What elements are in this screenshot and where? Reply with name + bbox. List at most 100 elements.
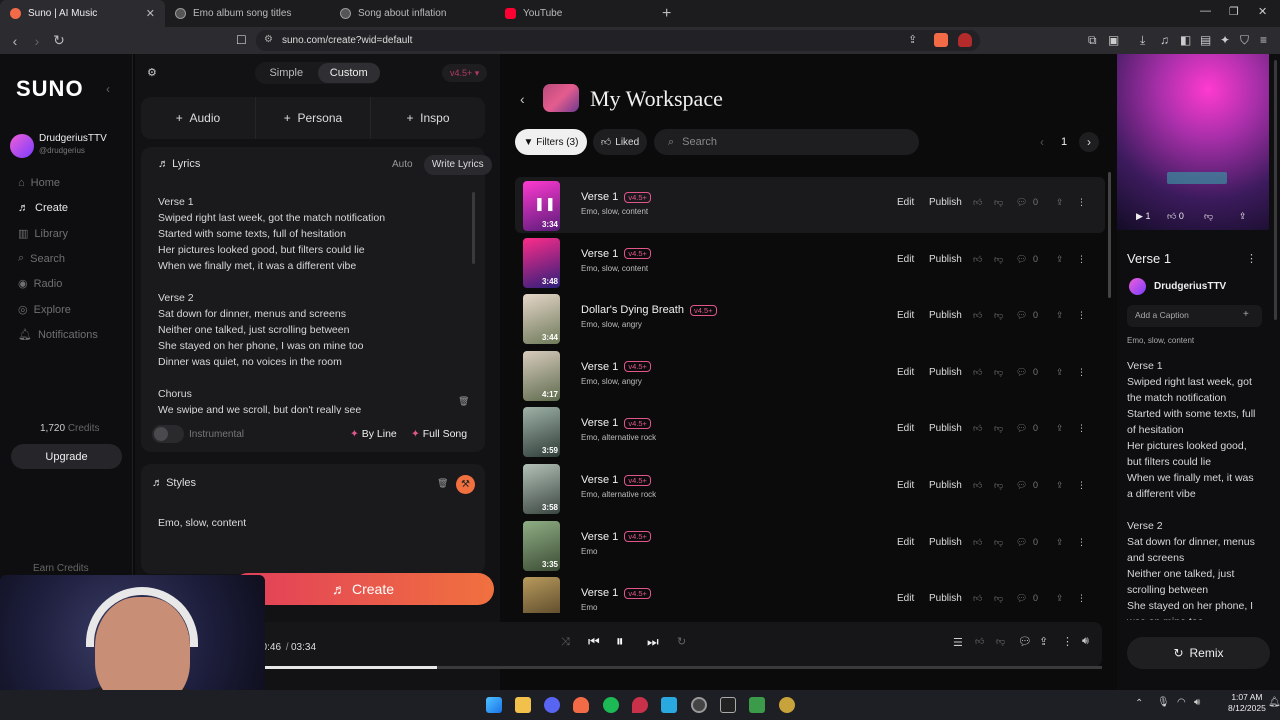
sidebar-item-library[interactable]: ▥ Library [18, 227, 68, 241]
mode-simple[interactable]: Simple [255, 63, 318, 83]
obs-icon[interactable] [691, 697, 707, 713]
progress-track[interactable] [250, 666, 1102, 669]
downloads-icon[interactable]: ⤓ [1140, 33, 1145, 48]
magic-wand-icon[interactable]: ⚒ [456, 475, 475, 494]
back-icon[interactable]: ‹ [4, 33, 26, 49]
song-row[interactable]: 3:23 Verse 1 v4.5+ Emo Edit Publish 👍︎ 👎︎ 💬︎ 0 ⇪ ⋮ [515, 573, 1105, 614]
edit-button[interactable]: Edit [897, 367, 914, 378]
brave-rewards-icon[interactable] [958, 33, 972, 47]
brave-icon[interactable] [573, 697, 589, 713]
notepad-icon[interactable] [661, 697, 677, 713]
song-title[interactable]: Dollar's Dying Breath [581, 304, 684, 316]
thumbs-up-icon[interactable]: 👍︎ [973, 367, 982, 378]
thumbs-up-icon[interactable]: 👍︎ [973, 423, 982, 434]
suno-logo[interactable]: SUNO [16, 76, 84, 102]
remix-button[interactable]: ↻ Remix [1127, 637, 1270, 669]
queue-icon[interactable]: ☰ [953, 636, 963, 649]
full-song-button[interactable]: ✦ Full Song [411, 428, 467, 440]
comment-icon[interactable]: 💬︎ [1016, 310, 1027, 321]
more-icon[interactable]: ⋮ [1062, 635, 1073, 648]
thumbs-down-icon[interactable]: 👎︎ [996, 636, 1005, 647]
artist-name[interactable]: DrudgeriusTTV [1154, 281, 1226, 292]
share-icon[interactable]: ⇪ [1056, 310, 1064, 321]
thumbs-up-icon[interactable]: 👍︎ [973, 254, 982, 265]
song-row[interactable]: 3:48 Verse 1 v4.5+ Emo, slow, content Edit Pu… [515, 234, 1105, 290]
thumbs-up-icon[interactable]: 👍︎ [973, 480, 982, 491]
song-row[interactable]: ❚❚ 3:34 Verse 1 v4.5+ Emo, slow, content Edit… [515, 177, 1105, 233]
share-icon[interactable]: ⇪ [908, 33, 917, 46]
comment-icon[interactable]: 💬︎ [1016, 593, 1027, 604]
close-tab-icon[interactable]: ✕ [146, 7, 155, 20]
brave-shield-icon[interactable] [934, 33, 948, 47]
edit-button[interactable]: Edit [897, 254, 914, 265]
thumbs-down-icon[interactable]: 👎︎ [994, 367, 1003, 378]
publish-button[interactable]: Publish [929, 480, 962, 491]
workspace-scrollbar[interactable] [1108, 172, 1111, 298]
song-title[interactable]: Verse 1 [581, 248, 618, 260]
previous-track-icon[interactable]: ⏮︎ [588, 634, 600, 650]
more-icon[interactable]: ⋮ [1077, 254, 1086, 265]
more-icon[interactable]: ⋮ [1077, 537, 1086, 548]
tab-suno[interactable]: Suno | AI Music ✕ [0, 0, 165, 27]
comment-icon[interactable]: 💬︎ [1016, 480, 1027, 491]
site-info-icon[interactable]: ⚙ [264, 34, 273, 45]
add-audio-button[interactable]: + Audio [141, 97, 256, 139]
publish-button[interactable]: Publish [929, 254, 962, 265]
thumbs-up-icon[interactable]: 👍︎ [973, 310, 982, 321]
share-icon[interactable]: ⇪ [1056, 480, 1064, 491]
microphone-icon[interactable]: 🎙︎ [1157, 697, 1170, 708]
thumbs-down-icon[interactable]: 👎︎ [994, 197, 1003, 208]
pause-icon[interactable]: ❚❚ [534, 196, 556, 212]
earn-credits-link[interactable]: Earn Credits [33, 563, 89, 574]
publish-button[interactable]: Publish [929, 367, 962, 378]
share-icon[interactable]: ⇪ [1039, 635, 1048, 648]
thumbs-up-icon[interactable]: 👍︎ [973, 537, 982, 548]
song-thumbnail[interactable]: 3:59 [523, 407, 560, 458]
publish-button[interactable]: Publish [929, 537, 962, 548]
publish-button[interactable]: Publish [929, 423, 962, 434]
discord-icon[interactable] [544, 697, 560, 713]
reload-icon[interactable]: ↻ [48, 32, 70, 49]
liked-filter-button[interactable]: 👍︎ Liked [593, 129, 647, 155]
song-row[interactable]: 4:17 Verse 1 v4.5+ Emo, slow, angry Edit Publ… [515, 347, 1105, 403]
more-icon[interactable]: ⋮ [1077, 480, 1086, 491]
pause-icon[interactable]: ⏸︎ [616, 633, 624, 650]
comment-icon[interactable]: 💬︎ [1016, 537, 1027, 548]
share-icon[interactable]: ⇪ [1056, 367, 1064, 378]
settings-gear-icon[interactable]: ⚙ [147, 66, 157, 79]
wifi-icon[interactable]: ◠ [1177, 697, 1186, 708]
close-window-icon[interactable]: ✕ [1258, 5, 1267, 18]
mode-custom[interactable]: Custom [317, 63, 380, 83]
bookmark-icon[interactable]: ☐ [236, 33, 247, 47]
epic-games-icon[interactable] [720, 697, 736, 713]
share-icon[interactable]: ⇪ [1056, 423, 1064, 434]
song-thumbnail[interactable]: 3:23 [523, 577, 560, 614]
thumbs-down-icon[interactable]: 👎︎ [994, 254, 1003, 265]
share-icon[interactable]: ⇪ [1056, 537, 1064, 548]
song-title[interactable]: Verse 1 [581, 474, 618, 486]
trash-icon[interactable]: 🗑︎ [437, 478, 448, 489]
styles-input[interactable]: Emo, slow, content [158, 517, 246, 529]
tab-emo-titles[interactable]: Emo album song titles [165, 0, 330, 27]
thumbs-up-icon[interactable]: 👍︎ [975, 636, 984, 647]
like-button[interactable]: 👍︎ 0 [1167, 211, 1184, 222]
edit-button[interactable]: Edit [897, 310, 914, 321]
spotify-icon[interactable] [603, 697, 619, 713]
song-thumbnail[interactable]: 3:58 [523, 464, 560, 514]
forward-icon[interactable]: › [26, 33, 48, 49]
song-thumbnail[interactable]: 3:35 [523, 520, 560, 571]
volume-icon[interactable]: 🔊︎ [1082, 635, 1089, 648]
publish-button[interactable]: Publish [929, 310, 962, 321]
collapse-sidebar-icon[interactable]: ‹ [106, 82, 110, 96]
song-thumbnail[interactable]: 3:44 [523, 294, 560, 345]
next-page-icon[interactable]: › [1079, 132, 1099, 152]
more-icon[interactable]: ⋮ [1077, 310, 1086, 321]
song-title[interactable]: Verse 1 [581, 361, 618, 373]
more-icon[interactable]: ⋮ [1246, 252, 1257, 265]
more-icon[interactable]: ⋮ [1077, 197, 1086, 208]
upgrade-button[interactable]: Upgrade [11, 444, 122, 469]
tray-chevron-icon[interactable]: ⌃ [1135, 698, 1143, 709]
song-title[interactable]: Verse 1 [581, 587, 618, 599]
write-lyrics-button[interactable]: Write Lyrics [423, 155, 492, 175]
thumbs-down-icon[interactable]: 👎︎ [994, 310, 1003, 321]
